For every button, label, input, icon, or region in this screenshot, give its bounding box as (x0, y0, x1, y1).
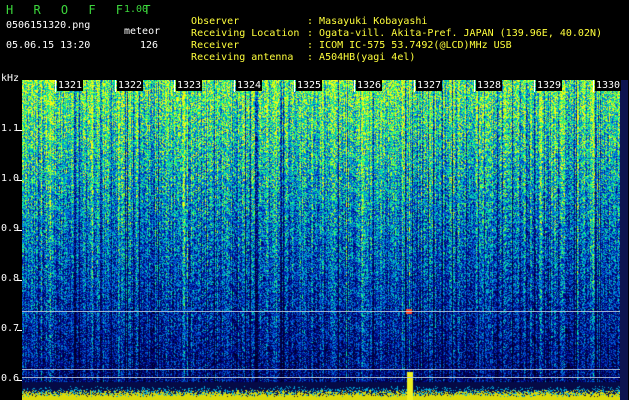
x-tick-mark (593, 80, 594, 92)
x-tick-label: 1329 (536, 80, 563, 91)
x-tick-label: 1323 (176, 80, 203, 91)
meta-value: A504HB(yagi 4el) (319, 52, 416, 63)
spectrogram-image (22, 80, 620, 400)
frequency-marker-line (22, 377, 620, 378)
spectrogram-right-edge (620, 80, 628, 400)
y-tick-mark (17, 280, 22, 281)
x-tick-label: 1330 (595, 80, 622, 91)
x-tick-label: 1321 (57, 80, 84, 91)
y-tick-label: 0.6 (1, 373, 20, 384)
y-tick-mark (17, 380, 22, 381)
x-tick-mark (414, 80, 415, 92)
x-tick-mark (474, 80, 475, 92)
x-tick-mark (115, 80, 116, 92)
y-tick-mark (17, 180, 22, 181)
y-tick-label: 0.9 (1, 223, 20, 234)
x-tick-mark (234, 80, 235, 92)
x-tick-mark (534, 80, 535, 92)
meta-key: Receiving antenna (191, 52, 294, 63)
x-tick-mark (354, 80, 355, 92)
x-tick-label: 1325 (296, 80, 323, 91)
datetime: 05.06.15 13:20 (6, 40, 91, 51)
x-tick-mark (55, 80, 56, 92)
app-version: 1.00 (124, 4, 149, 15)
x-tick-label: 1328 (476, 80, 503, 91)
x-tick-label: 1327 (416, 80, 443, 91)
x-tick-mark (294, 80, 295, 92)
y-tick-mark (17, 330, 22, 331)
spectrogram-panel (22, 80, 620, 400)
y-tick-mark (17, 230, 22, 231)
meta-row-antenna: Receiving antenna: A504HB(yagi 4el) (179, 40, 415, 64)
x-tick-mark (174, 80, 175, 92)
mode-label: meteor (124, 26, 161, 37)
meta-sep: : (307, 52, 314, 63)
x-tick-label: 1324 (236, 80, 263, 91)
frequency-marker-line (22, 369, 620, 370)
y-tick-label: 1.1 (1, 123, 20, 134)
y-tick-mark (17, 130, 22, 131)
y-tick-label: 1.0 (1, 173, 20, 184)
y-tick-label: 0.7 (1, 323, 20, 334)
file-name: 0506151320.png (6, 20, 91, 31)
detection-count: 126 (140, 40, 159, 51)
y-tick-label: 0.8 (1, 273, 20, 284)
frequency-marker-line (22, 311, 620, 312)
x-tick-label: 1326 (356, 80, 383, 91)
y-axis-unit: kHz (1, 73, 20, 84)
x-tick-label: 1322 (117, 80, 144, 91)
